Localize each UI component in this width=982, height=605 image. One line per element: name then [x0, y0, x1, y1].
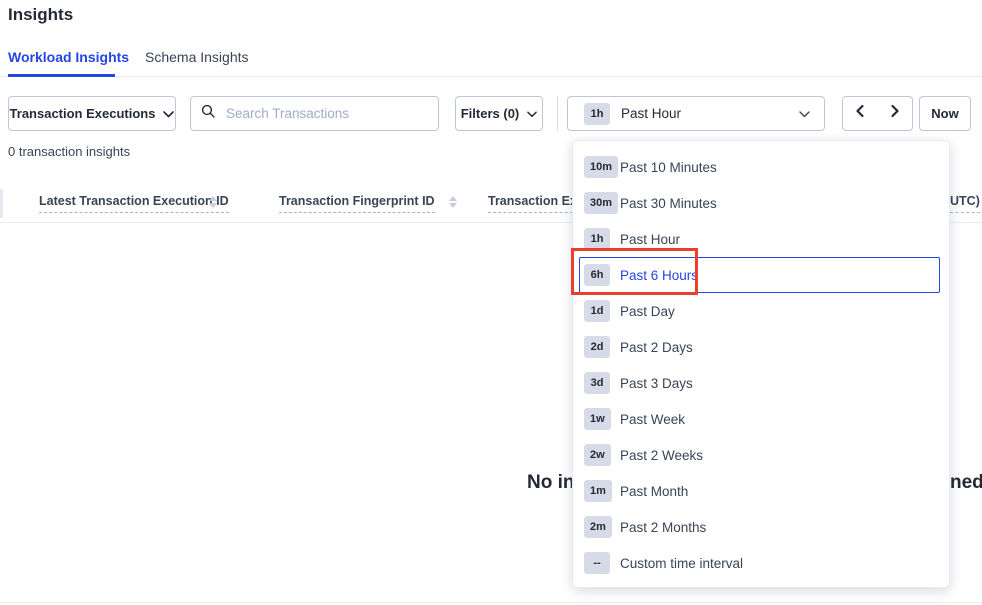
- chevron-down-icon: [799, 105, 810, 123]
- chevron-left-icon: [854, 104, 866, 123]
- tab-workload-insights[interactable]: Workload Insights: [8, 49, 129, 65]
- time-option-badge: --: [584, 552, 610, 574]
- column-header-latest-transaction-execution-id[interactable]: Latest Transaction Execution ID: [39, 194, 229, 213]
- time-option-label: Past Week: [620, 412, 685, 427]
- time-option-badge: 6h: [584, 264, 610, 286]
- time-option-badge: 10m: [584, 156, 618, 178]
- time-option-1h[interactable]: 1h Past Hour: [579, 221, 940, 257]
- transaction-type-select[interactable]: Transaction Executions: [8, 96, 176, 131]
- time-option-label: Past 2 Weeks: [620, 448, 703, 463]
- time-next-button[interactable]: [877, 96, 913, 131]
- tabs-divider: [0, 76, 982, 77]
- time-interval-label: Past Hour: [621, 106, 799, 121]
- column-header-transaction-ex[interactable]: Transaction Ex: [488, 194, 583, 213]
- time-option-1d[interactable]: 1d Past Day: [579, 293, 940, 329]
- time-option-label: Past 6 Hours: [620, 268, 698, 283]
- search-box[interactable]: [190, 96, 439, 131]
- now-label: Now: [931, 106, 958, 121]
- toolbar-divider: [557, 96, 558, 131]
- time-interval-badge: 1h: [584, 103, 610, 125]
- time-option-badge: 30m: [584, 192, 618, 214]
- sort-icon[interactable]: [449, 196, 457, 208]
- filters-label: Filters (0): [461, 106, 520, 121]
- column-header-transaction-fingerprint-id[interactable]: Transaction Fingerprint ID: [279, 194, 435, 213]
- time-option-label: Past 2 Days: [620, 340, 693, 355]
- time-option-label: Past 10 Minutes: [620, 160, 717, 175]
- table-left-edge: [0, 189, 3, 218]
- now-button[interactable]: Now: [919, 96, 971, 131]
- empty-state-text-right: ned.: [950, 472, 982, 494]
- tab-schema-insights[interactable]: Schema Insights: [145, 49, 249, 65]
- time-option-badge: 3d: [584, 372, 610, 394]
- search-input[interactable]: [224, 105, 428, 122]
- time-option-1w[interactable]: 1w Past Week: [579, 401, 940, 437]
- chevron-right-icon: [889, 104, 901, 123]
- time-option-2d[interactable]: 2d Past 2 Days: [579, 329, 940, 365]
- chevron-down-icon: [163, 106, 174, 121]
- time-dropdown-list: 10m Past 10 Minutes 30m Past 30 Minutes …: [573, 149, 949, 581]
- time-option-3d[interactable]: 3d Past 3 Days: [579, 365, 940, 401]
- time-option-label: Past 30 Minutes: [620, 196, 717, 211]
- time-option-10m[interactable]: 10m Past 10 Minutes: [579, 149, 940, 185]
- time-option-badge: 2w: [584, 444, 611, 466]
- time-option-badge: 1w: [584, 408, 611, 430]
- time-option-badge: 1d: [584, 300, 610, 322]
- time-interval-select[interactable]: 1h Past Hour: [567, 96, 825, 131]
- time-option-badge: 2m: [584, 516, 612, 538]
- transaction-type-label: Transaction Executions: [10, 106, 156, 121]
- time-option-1m[interactable]: 1m Past Month: [579, 473, 940, 509]
- time-option-label: Past Day: [620, 304, 675, 319]
- time-option-badge: 1h: [584, 228, 610, 250]
- time-option-label: Past Hour: [620, 232, 680, 247]
- time-option-label: Past Month: [620, 484, 688, 499]
- time-interval-dropdown: 10m Past 10 Minutes 30m Past 30 Minutes …: [572, 140, 950, 588]
- column-header-utc[interactable]: UTC): [950, 194, 980, 213]
- time-option-label: Custom time interval: [620, 556, 743, 571]
- page-title: Insights: [8, 5, 73, 25]
- page-bottom-border: [0, 602, 982, 603]
- time-option-badge: 2d: [584, 336, 610, 358]
- time-option-30m[interactable]: 30m Past 30 Minutes: [579, 185, 940, 221]
- active-tab-indicator: [8, 74, 115, 77]
- search-icon: [201, 104, 215, 123]
- sort-icon[interactable]: [209, 196, 217, 208]
- time-option-2m[interactable]: 2m Past 2 Months: [579, 509, 940, 545]
- empty-state-text-left: No in: [527, 472, 575, 494]
- time-option-6h[interactable]: 6h Past 6 Hours: [579, 257, 940, 293]
- time-prev-button[interactable]: [842, 96, 878, 131]
- time-option-2w[interactable]: 2w Past 2 Weeks: [579, 437, 940, 473]
- insights-page: Insights Workload Insights Schema Insigh…: [0, 0, 982, 605]
- time-option-custom[interactable]: -- Custom time interval: [579, 545, 940, 581]
- insights-count: 0 transaction insights: [8, 144, 130, 159]
- filters-button[interactable]: Filters (0): [455, 96, 543, 131]
- chevron-down-icon: [527, 106, 537, 121]
- time-option-label: Past 3 Days: [620, 376, 693, 391]
- time-option-badge: 1m: [584, 480, 612, 502]
- time-option-label: Past 2 Months: [620, 520, 706, 535]
